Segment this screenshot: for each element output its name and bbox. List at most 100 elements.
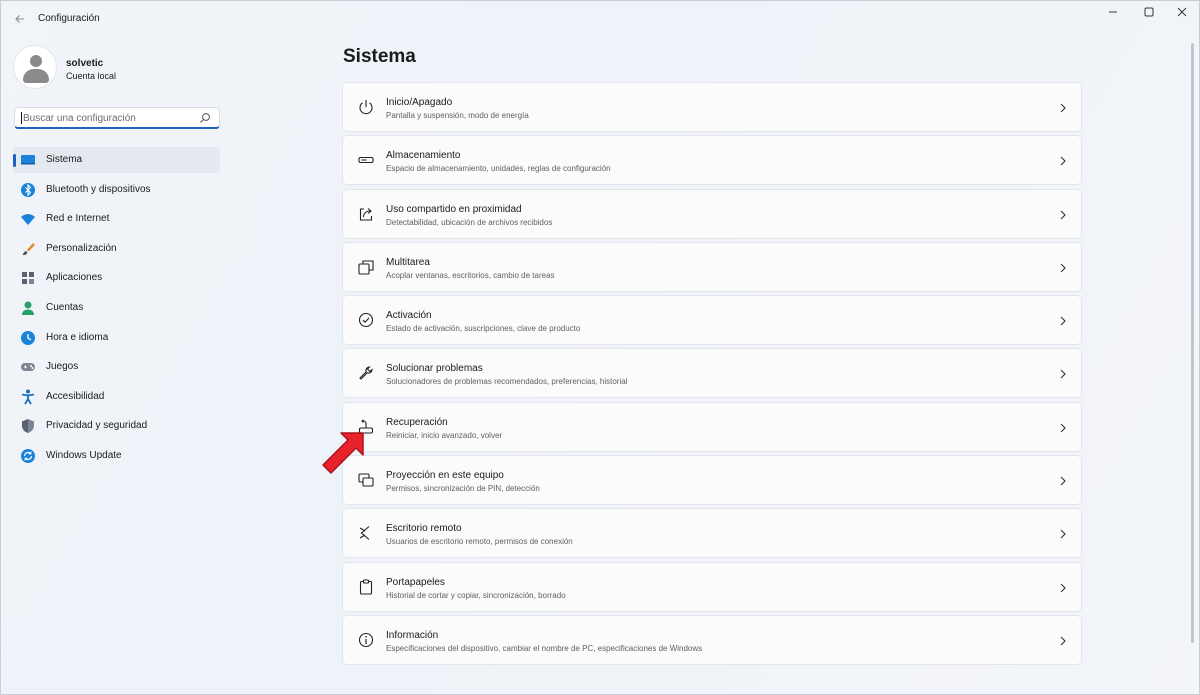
storage-icon [358,157,374,164]
page-title: Sistema [343,46,416,67]
chevron-right-icon [1060,316,1066,326]
apps-icon [22,272,34,285]
close-icon [1177,7,1187,17]
user-name: solvetic [66,58,104,69]
sidebar-item-label: Personalización [46,242,117,254]
item-title: Recuperación [386,416,448,428]
settings-item-portapapeles[interactable]: Portapapeles Historial de cortar y copia… [342,561,1082,612]
clipboard-icon [359,579,373,595]
active-indicator [13,154,16,167]
person-icon [22,301,34,315]
wifi-icon [21,214,35,226]
item-subtitle: Pantalla y suspensión, modo de energía [386,111,529,120]
sidebar-item-privacidad[interactable]: Privacidad y seguridad [13,413,220,439]
item-subtitle: Historial de cortar y copiar, sincroniza… [386,590,566,600]
settings-list: Inicio/Apagado Pantalla y suspensión, mo… [342,82,1082,668]
settings-item-proyeccion[interactable]: Proyección en este equipo Permisos, sinc… [342,455,1082,506]
accessibility-icon [21,389,35,405]
gamepad-icon [21,363,35,372]
search-box[interactable] [14,107,220,129]
scrollbar[interactable] [1191,43,1194,643]
sidebar-item-red[interactable]: Red e Internet [13,206,220,232]
text-cursor [21,112,22,124]
refresh-icon [21,448,35,463]
info-icon [358,632,374,648]
settings-item-informacion[interactable]: Información Especificaciones del disposi… [342,614,1082,665]
minimize-button[interactable] [1094,3,1132,25]
settings-item-activacion[interactable]: Activación Estado de activación, suscrip… [342,295,1082,346]
minimize-icon [1109,11,1117,13]
item-title: Multitarea [386,256,430,268]
chevron-right-icon [1060,529,1066,539]
window-title: Configuración [38,13,100,24]
sidebar-item-cuentas[interactable]: Cuentas [13,295,220,321]
back-arrow-icon [15,15,24,23]
sidebar-item-label: Windows Update [46,449,122,461]
back-button[interactable] [9,9,31,29]
item-title: Proyección en este equipo [386,470,504,482]
chevron-right-icon [1060,103,1066,113]
settings-window: Configuración solvetic Cuenta local Busc… [0,0,1200,695]
sidebar-item-aplicaciones[interactable]: Aplicaciones [13,265,220,291]
settings-item-recuperacion[interactable]: Recuperación Reiniciar, inicio avanzado,… [342,401,1082,452]
item-title: Almacenamiento [386,150,461,162]
check-circle-icon [358,313,374,328]
sidebar-item-label: Accesibilidad [46,390,105,402]
sidebar-item-accesibilidad[interactable]: Accesibilidad [13,384,220,410]
wrench-icon [359,366,373,381]
sidebar-item-bluetooth[interactable]: Bluetooth y dispositivos [13,177,220,203]
sidebar-item-personalizacion[interactable]: Personalización [13,236,220,262]
shield-icon [22,419,34,434]
sidebar-item-label: Red e Internet [46,213,110,225]
sidebar-item-label: Juegos [46,361,79,373]
chevron-right-icon [1060,263,1066,273]
search-icon[interactable] [199,112,211,124]
item-subtitle: Especificaciones del dispositivo, cambia… [386,643,703,653]
item-subtitle: Reiniciar, inicio avanzado, volver [386,430,503,440]
settings-item-solucionar-problemas[interactable]: Solucionar problemas Solucionadores de p… [342,348,1082,399]
item-subtitle: Acoplar ventanas, escritorios, cambio de… [386,270,555,280]
item-title: Solucionar problemas [386,363,483,375]
item-subtitle: Solucionadores de problemas recomendados… [386,377,628,387]
item-subtitle: Estado de activación, suscripciones, cla… [386,324,581,334]
settings-item-uso-compartido[interactable]: Uso compartido en proximidad Detectabili… [342,188,1082,239]
item-title: Uso compartido en proximidad [386,203,522,215]
settings-item-almacenamiento[interactable]: Almacenamiento Espacio de almacenamiento… [342,135,1082,186]
maximize-icon [1144,7,1154,17]
item-subtitle: Espacio de almacenamiento, unidades, reg… [386,164,611,174]
settings-item-multitarea[interactable]: Multitarea Acoplar ventanas, escritorios… [342,241,1082,292]
settings-item-inicio-apagado[interactable]: Inicio/Apagado Pantalla y suspensión, mo… [342,82,1082,132]
sidebar-item-hora[interactable]: Hora e idioma [13,325,220,351]
search-input[interactable] [23,110,198,126]
item-title: Información [386,629,439,641]
red-arrow-annotation [322,432,364,474]
chevron-right-icon [1060,210,1066,219]
sidebar-item-label: Privacidad y seguridad [46,420,148,432]
item-title: Inicio/Apagado [386,97,453,108]
close-button[interactable] [1163,3,1200,25]
sidebar-item-sistema[interactable]: Sistema [13,147,220,173]
settings-item-escritorio-remoto[interactable]: Escritorio remoto Usuarios de escritorio… [342,508,1082,559]
sidebar-item-label: Sistema [46,154,83,165]
chevron-right-icon [1060,636,1066,646]
item-subtitle: Usuarios de escritorio remoto, permisos … [386,537,573,547]
sidebar-item-windows-update[interactable]: Windows Update [13,443,220,469]
monitor-icon [21,155,35,165]
remote-desktop-icon [359,526,370,541]
avatar [13,45,57,89]
multitask-icon [358,260,374,275]
chevron-right-icon [1060,583,1066,593]
power-icon [359,100,373,115]
item-title: Escritorio remoto [386,523,462,535]
share-icon [359,207,373,221]
sidebar-item-label: Hora e idioma [46,331,109,343]
chevron-right-icon [1060,423,1066,433]
sidebar-item-label: Cuentas [46,301,84,313]
brush-icon [22,242,35,255]
sidebar-item-juegos[interactable]: Juegos [13,354,220,380]
chevron-right-icon [1060,370,1066,379]
chevron-right-icon [1060,156,1066,166]
sidebar-item-label: Bluetooth y dispositivos [46,183,151,195]
sidebar-nav: Sistema Bluetooth y dispositivos Red e I… [13,147,220,473]
title-bar: Configuración [1,1,1200,37]
